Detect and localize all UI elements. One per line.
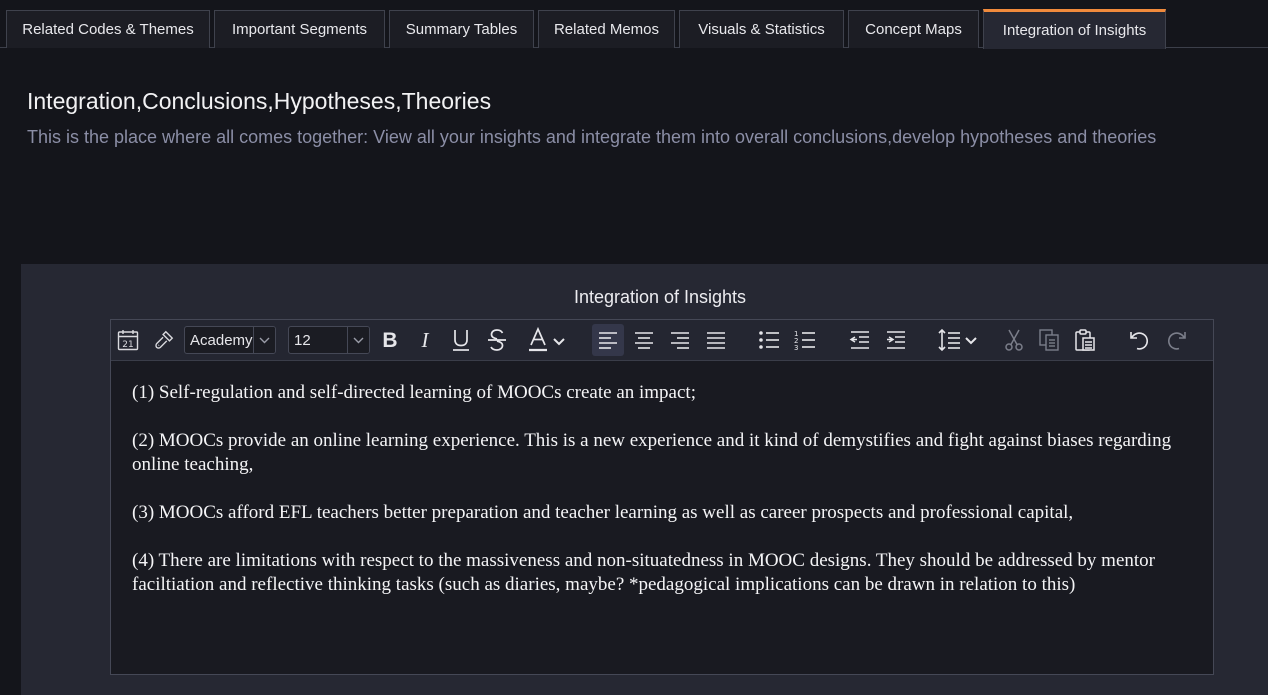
bullet-list-icon[interactable] (753, 324, 785, 356)
chevron-down-icon (347, 327, 369, 353)
tab-related-memos[interactable]: Related Memos (538, 10, 675, 48)
editor-toolbar: 21 Academy 12 B I 1 2 3 (111, 320, 1213, 361)
format-painter-icon[interactable] (148, 324, 180, 356)
tab-visuals-statistics[interactable]: Visuals & Statistics (679, 10, 844, 48)
redo-icon[interactable] (1160, 324, 1192, 356)
font-size-value: 12 (294, 331, 311, 349)
rich-text-editor: 21 Academy 12 B I 1 2 3 (1) Self-regulat… (110, 319, 1214, 675)
panel-title: Integration of Insights (573, 287, 747, 307)
svg-text:I: I (421, 329, 430, 351)
page-subtitle: This is the place where all comes togeth… (27, 127, 1157, 147)
align-left-icon[interactable] (592, 324, 624, 356)
align-justify-icon[interactable] (700, 324, 732, 356)
svg-text:3: 3 (794, 344, 798, 351)
font-size-select[interactable]: 12 (288, 326, 370, 354)
tab-concept-maps[interactable]: Concept Maps (848, 10, 979, 48)
svg-text:B: B (382, 329, 397, 351)
outdent-icon[interactable] (844, 324, 876, 356)
font-color-icon[interactable] (525, 324, 569, 356)
align-center-icon[interactable] (628, 324, 660, 356)
bold-icon[interactable]: B (374, 324, 406, 356)
font-family-value: Academy (190, 331, 253, 349)
tab-summary-tables[interactable]: Summary Tables (389, 10, 534, 48)
copy-icon[interactable] (1033, 324, 1065, 356)
line-spacing-icon[interactable] (935, 324, 981, 356)
align-right-icon[interactable] (664, 324, 696, 356)
undo-icon[interactable] (1124, 324, 1156, 356)
paste-icon[interactable] (1069, 324, 1101, 356)
page-title: Integration,Conclusions,Hypotheses,Theor… (27, 88, 492, 114)
paragraph[interactable]: (2) MOOCs provide an online learning exp… (132, 429, 1183, 477)
tab-important-segments[interactable]: Important Segments (214, 10, 385, 48)
calendar-day-text: 21 (122, 340, 133, 350)
chevron-down-icon (253, 327, 275, 353)
tab-bar: Related Codes & Themes Important Segment… (0, 0, 1268, 49)
tab-related-codes-themes[interactable]: Related Codes & Themes (6, 10, 210, 48)
calendar-icon[interactable]: 21 (112, 324, 144, 356)
strikethrough-icon[interactable] (481, 324, 513, 356)
paragraph[interactable]: (4) There are limitations with respect t… (132, 549, 1183, 597)
editor-content[interactable]: (1) Self-regulation and self-directed le… (111, 361, 1213, 674)
paragraph[interactable]: (3) MOOCs afford EFL teachers better pre… (132, 501, 1183, 525)
cut-icon[interactable] (998, 324, 1030, 356)
italic-icon[interactable]: I (409, 324, 441, 356)
indent-icon[interactable] (880, 324, 912, 356)
numbered-list-icon[interactable]: 1 2 3 (789, 324, 821, 356)
font-family-select[interactable]: Academy (184, 326, 276, 354)
underline-icon[interactable] (445, 324, 477, 356)
paragraph[interactable]: (1) Self-regulation and self-directed le… (132, 381, 1183, 405)
tab-integration-of-insights[interactable]: Integration of Insights (983, 9, 1166, 49)
